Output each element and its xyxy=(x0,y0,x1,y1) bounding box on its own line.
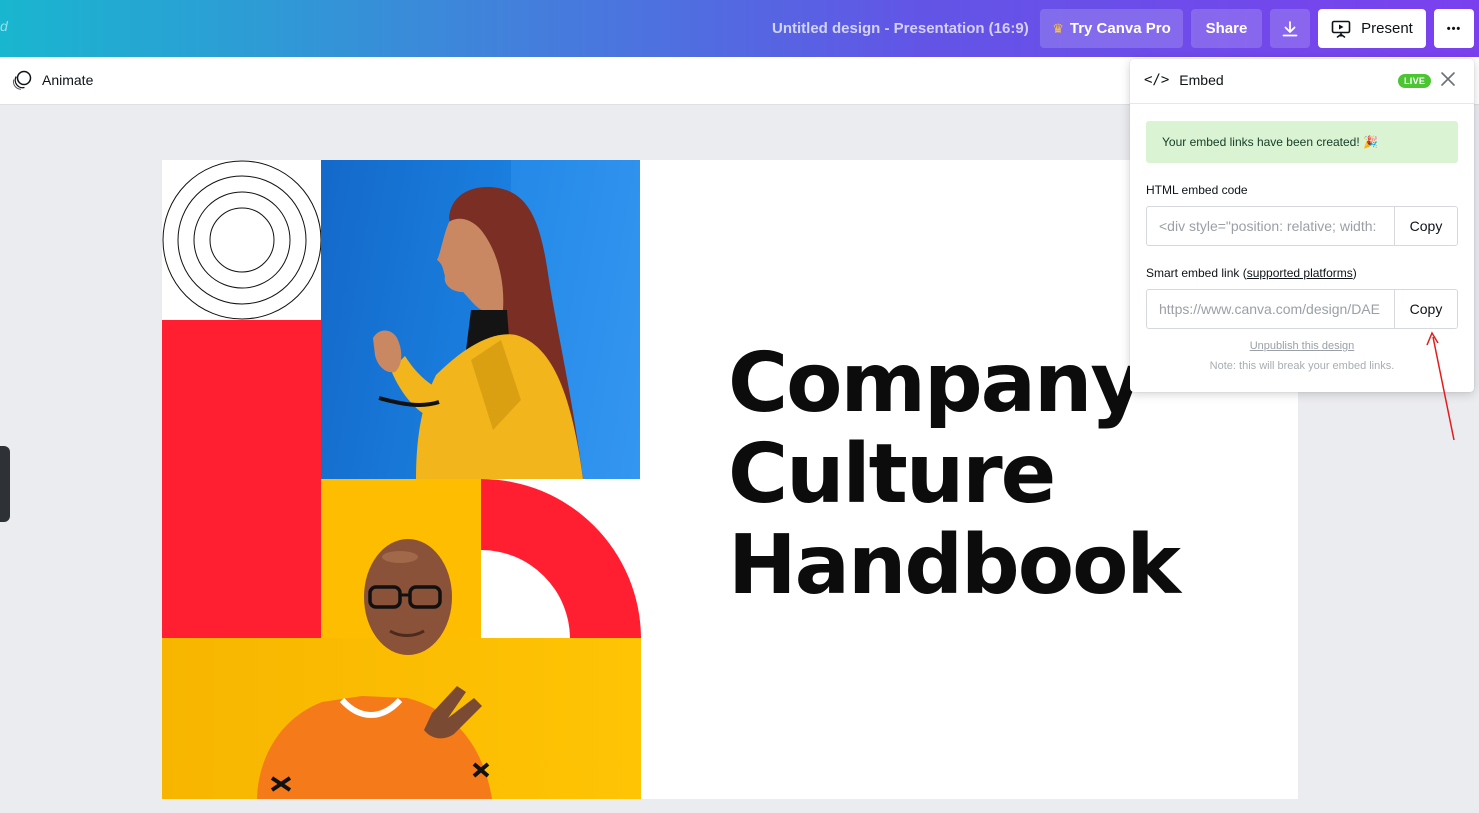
present-button[interactable]: Present xyxy=(1318,9,1426,48)
smart-embed-field: https://www.canva.com/design/DAE Copy xyxy=(1146,289,1458,329)
more-options-button[interactable]: ••• xyxy=(1434,9,1474,48)
title-line-1: Company xyxy=(728,336,1144,431)
top-bar: d Untitled design - Presentation (16:9) … xyxy=(0,0,1479,57)
animate-button[interactable]: Animate xyxy=(12,70,93,90)
photo-woman-in-yellow-jacket xyxy=(321,160,640,479)
success-message: Your embed links have been created! 🎉 xyxy=(1146,121,1458,163)
embed-panel-header: </> Embed LIVE xyxy=(1130,59,1474,104)
document-title[interactable]: Untitled design - Presentation (16:9) xyxy=(772,20,1029,37)
title-line-3: Handbook xyxy=(728,518,1181,613)
copy-html-button[interactable]: Copy xyxy=(1394,207,1457,245)
try-canva-pro-button[interactable]: ♛ Try Canva Pro xyxy=(1040,9,1183,48)
download-button[interactable] xyxy=(1270,9,1310,48)
supported-platforms-link[interactable]: supported platforms xyxy=(1247,266,1353,280)
html-embed-input[interactable]: <div style="position: relative; width: xyxy=(1147,207,1394,245)
html-embed-field: <div style="position: relative; width: C… xyxy=(1146,206,1458,246)
more-dots-icon: ••• xyxy=(1446,22,1462,35)
annotation-arrow xyxy=(1426,331,1455,441)
download-icon xyxy=(1282,20,1298,36)
present-label: Present xyxy=(1361,20,1413,37)
live-badge: LIVE xyxy=(1398,74,1432,88)
code-icon: </> xyxy=(1144,72,1170,88)
share-button[interactable]: Share xyxy=(1191,9,1262,48)
present-screen-icon xyxy=(1331,19,1351,39)
smart-embed-input[interactable]: https://www.canva.com/design/DAE xyxy=(1147,290,1394,328)
animate-icon xyxy=(12,70,32,90)
smart-label-prefix: Smart embed link ( xyxy=(1146,266,1247,280)
embed-title-label: Embed xyxy=(1179,72,1224,88)
edge-glyph: d xyxy=(0,18,8,34)
slide-canvas[interactable]: Company Culture Handbook xyxy=(162,160,1298,799)
man-head-graphic xyxy=(364,539,452,655)
close-icon[interactable] xyxy=(1440,71,1456,87)
red-block xyxy=(162,320,321,638)
try-canva-pro-label: Try Canva Pro xyxy=(1069,20,1171,37)
concentric-circles-graphic xyxy=(162,160,321,320)
share-label: Share xyxy=(1205,20,1248,37)
title-line-2: Culture xyxy=(728,427,1056,522)
html-embed-label: HTML embed code xyxy=(1146,183,1248,197)
crown-icon: ♛ xyxy=(1052,20,1064,36)
slide-title[interactable]: Company Culture Handbook xyxy=(728,336,1181,613)
smart-label-suffix: ) xyxy=(1352,266,1357,280)
side-panel-handle[interactable] xyxy=(0,446,10,522)
copy-smart-link-button[interactable]: Copy xyxy=(1394,290,1457,328)
smart-embed-label: Smart embed link (supported platforms) xyxy=(1146,266,1357,280)
red-quarter-arc-graphic xyxy=(481,479,641,639)
embed-panel-title: </> Embed xyxy=(1144,72,1224,88)
animate-label: Animate xyxy=(42,72,94,88)
